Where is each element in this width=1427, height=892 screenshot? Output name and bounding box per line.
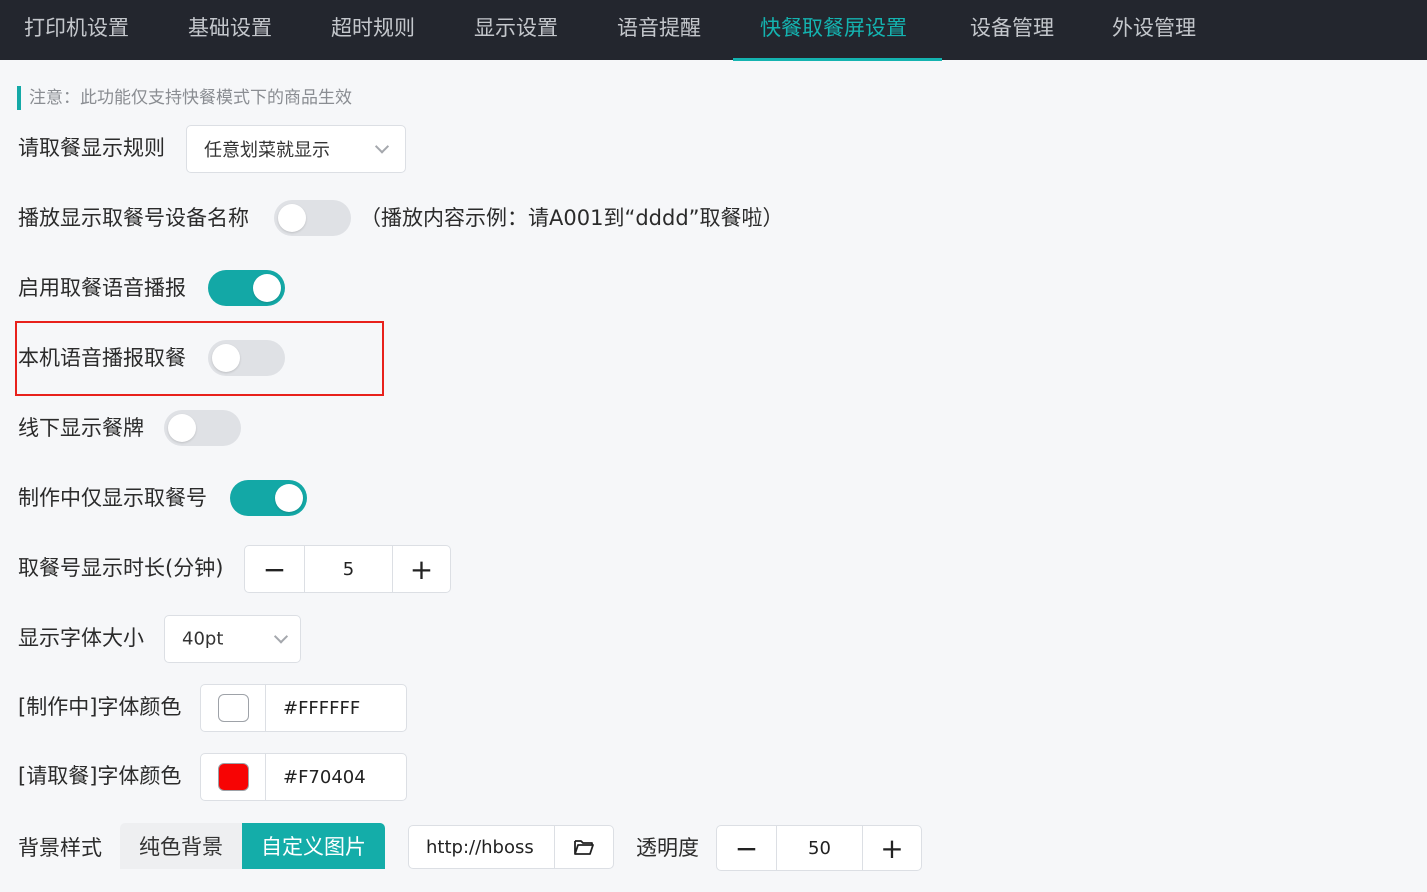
color-swatch [217, 694, 249, 722]
notice-accent-bar [17, 86, 21, 110]
offline-plate-toggle[interactable] [164, 410, 241, 446]
toggle-knob [253, 274, 281, 302]
local-voice-label: 本机语音播报取餐 [18, 346, 186, 370]
chevron-down-icon [374, 139, 390, 154]
tab-basic-settings[interactable]: 基础设置 [188, 0, 272, 60]
voice-broadcast-label: 启用取餐语音播报 [18, 276, 186, 300]
tab-display-settings[interactable]: 显示设置 [474, 0, 558, 60]
making-only-number-toggle[interactable] [230, 480, 307, 516]
making-color-swatch-button[interactable] [201, 685, 266, 731]
making-color-hex-input[interactable]: #FFFFFF [266, 685, 406, 731]
toggle-knob [275, 484, 303, 512]
font-size-value: 40pt [182, 628, 224, 650]
increment-button[interactable]: + [393, 546, 450, 592]
toggle-knob [278, 204, 306, 232]
background-image-url-field: http://hboss [408, 825, 614, 869]
display-rule-value: 任意划菜就显示 [204, 140, 330, 161]
tab-device-management[interactable]: 设备管理 [970, 0, 1054, 60]
font-size-label: 显示字体大小 [18, 626, 144, 650]
making-only-number-label: 制作中仅显示取餐号 [18, 486, 207, 510]
broadcast-device-name-toggle[interactable] [274, 200, 351, 236]
background-url-input[interactable]: http://hboss [409, 826, 555, 868]
folder-open-icon[interactable] [555, 826, 613, 868]
making-color-label: [制作中]字体颜色 [18, 695, 182, 719]
display-duration-stepper: − 5 + [244, 545, 451, 593]
opacity-stepper: − 50 + [716, 825, 922, 871]
broadcast-device-name-label: 播放显示取餐号设备名称 [18, 206, 249, 230]
opacity-value[interactable]: 50 [776, 826, 863, 870]
voice-broadcast-toggle[interactable] [208, 270, 285, 306]
background-option-custom-image[interactable]: 自定义图片 [242, 823, 385, 869]
notice-text: 注意：此功能仅支持快餐模式下的商品生效 [29, 88, 352, 108]
top-nav-bar: 打印机设置 基础设置 超时规则 显示设置 语音提醒 快餐取餐屏设置 设备管理 外… [0, 0, 1427, 61]
opacity-decrement-button[interactable]: − [717, 826, 776, 870]
background-style-segmented: 纯色背景 自定义图片 [120, 823, 385, 869]
broadcast-example-hint: （播放内容示例：请A001到“dddd”取餐啦） [360, 206, 784, 230]
display-rule-label: 请取餐显示规则 [18, 136, 165, 160]
font-size-select[interactable]: 40pt [164, 615, 301, 663]
color-swatch [217, 763, 249, 791]
tab-pickup-screen-settings[interactable]: 快餐取餐屏设置 [760, 0, 907, 60]
pickup-color-swatch-button[interactable] [201, 754, 266, 800]
toggle-knob [168, 414, 196, 442]
tab-timeout-rules[interactable]: 超时规则 [331, 0, 415, 60]
offline-plate-label: 线下显示餐牌 [18, 416, 144, 440]
tab-voice-reminder[interactable]: 语音提醒 [617, 0, 701, 60]
pickup-color-label: [请取餐]字体颜色 [18, 764, 182, 788]
display-duration-label: 取餐号显示时长(分钟) [18, 556, 224, 580]
making-color-picker: #FFFFFF [200, 684, 407, 732]
local-voice-toggle[interactable] [208, 340, 285, 376]
tab-peripheral-management[interactable]: 外设管理 [1112, 0, 1196, 60]
pickup-color-picker: #F70404 [200, 753, 407, 801]
tab-printer-settings[interactable]: 打印机设置 [24, 0, 129, 60]
background-option-solid[interactable]: 纯色背景 [120, 823, 242, 869]
active-tab-indicator [733, 58, 942, 61]
background-style-label: 背景样式 [18, 836, 102, 860]
chevron-down-icon [273, 629, 289, 644]
display-duration-value[interactable]: 5 [304, 546, 393, 592]
opacity-label: 透明度 [636, 836, 699, 860]
decrement-button[interactable]: − [245, 546, 304, 592]
pickup-color-hex-input[interactable]: #F70404 [266, 754, 406, 800]
opacity-increment-button[interactable]: + [863, 826, 921, 870]
display-rule-select[interactable]: 任意划菜就显示 [186, 125, 406, 173]
toggle-knob [212, 344, 240, 372]
